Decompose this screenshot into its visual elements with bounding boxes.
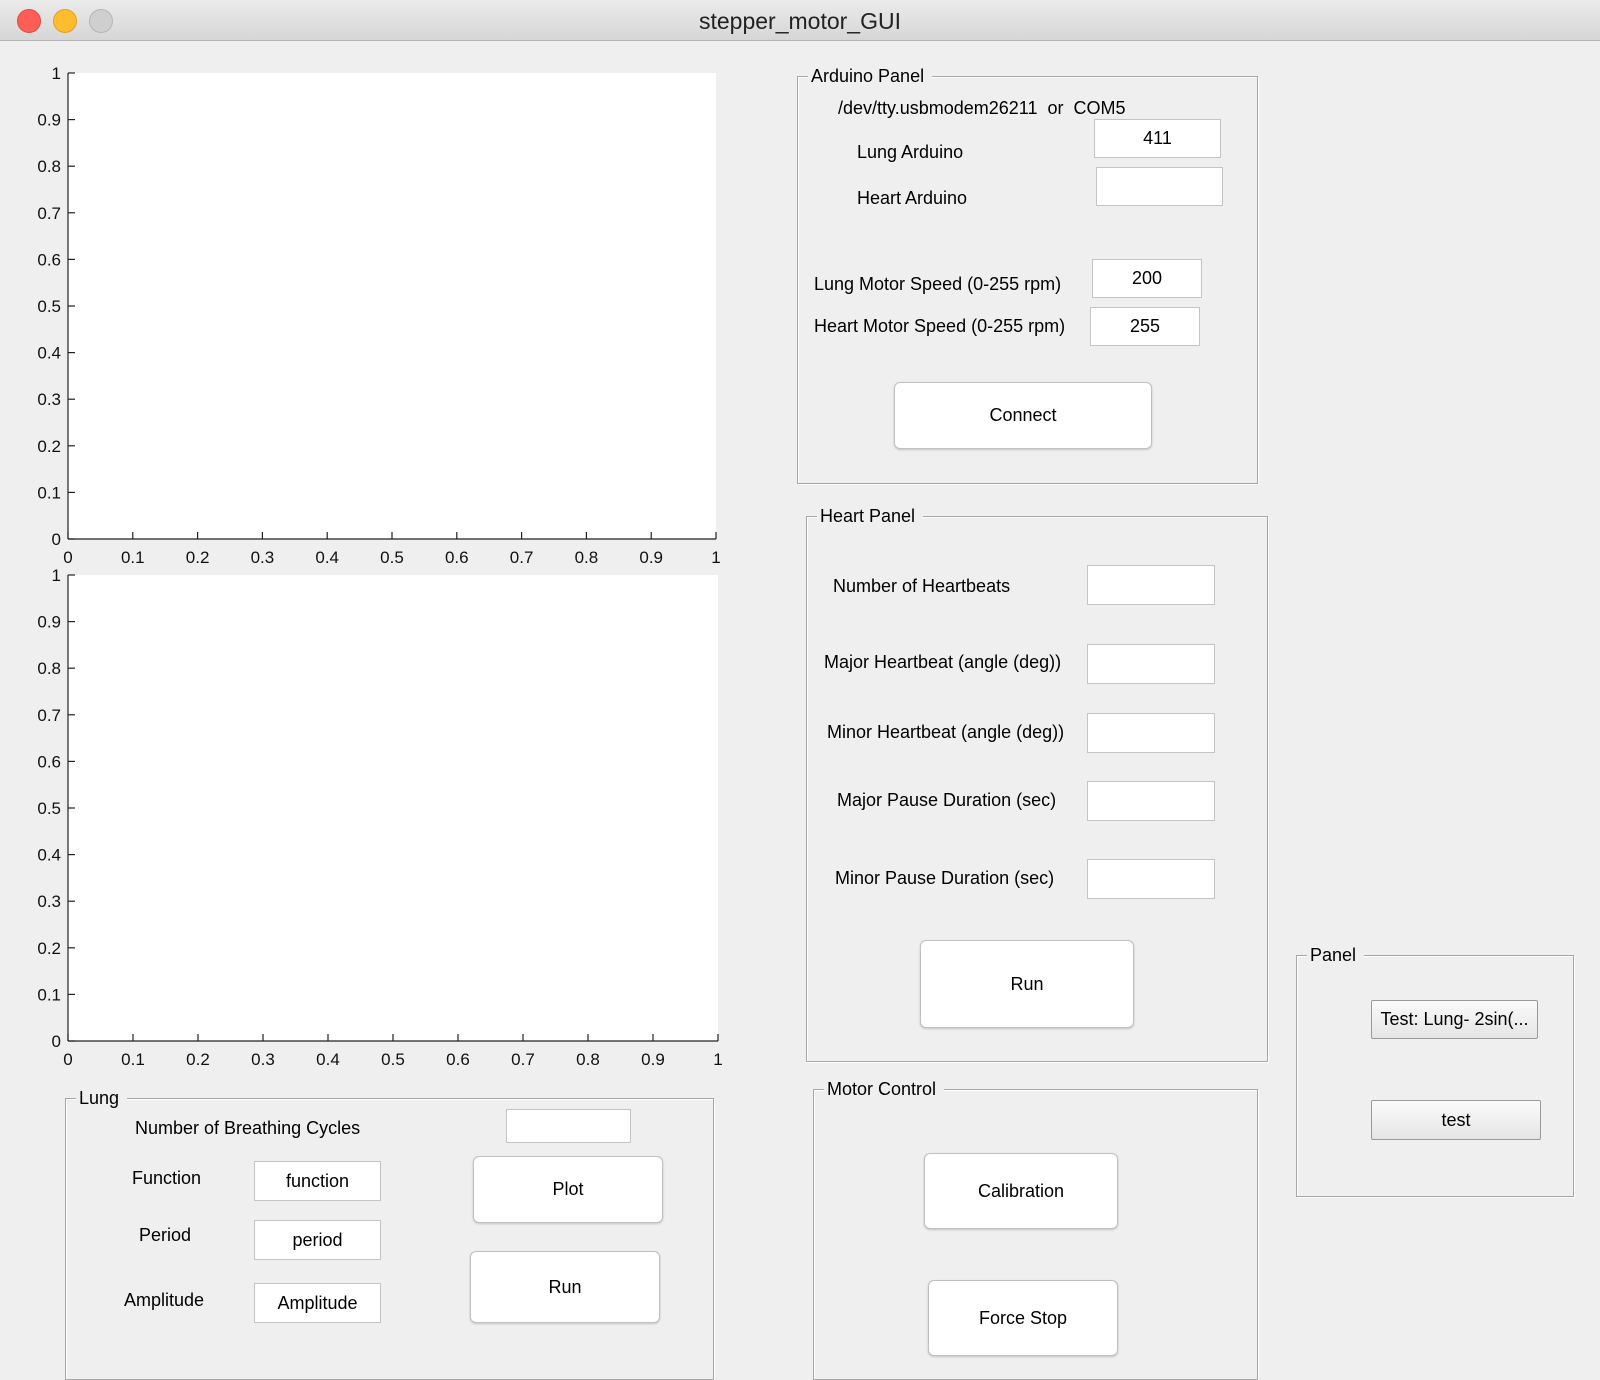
force-stop-button[interactable]: Force Stop xyxy=(928,1280,1118,1356)
axes-top-ytick-label: 0.3 xyxy=(37,390,61,409)
heart-panel: Heart Panel Number of Heartbeats Major H… xyxy=(806,504,1268,1062)
period-input[interactable] xyxy=(254,1220,381,1260)
axes-top-ytick-label: 0.8 xyxy=(37,157,61,176)
axes-bottom[interactable]: 1 0.9 0.8 0.7 0.6 0.5 0.4 0.3 0.2 0.1 0 0 0.1 0.2 0.3 0… xyxy=(0,552,740,1072)
axes-top-ytick-label: 0.5 xyxy=(37,297,61,316)
heart-motor-speed-label: Heart Motor Speed (0-255 rpm) xyxy=(814,316,1066,336)
axes-top-plot[interactable]: 10.90.80.70.60.50.40.30.20.100 0.1 0.2 0.3 0… xyxy=(0,50,740,570)
axes-top-ytick-label: 0.4 xyxy=(37,344,61,363)
axes-top-ytick-label: 0.1 xyxy=(37,483,61,502)
axes-bottom-xtick-label: 0 xyxy=(63,1050,72,1069)
axes-top-ytick-label: 1 xyxy=(52,64,61,83)
heart-panel-title: Heart Panel xyxy=(817,504,924,528)
heart-arduino-label: Heart Arduino xyxy=(857,188,968,208)
heart-run-button[interactable]: Run xyxy=(920,940,1134,1028)
major-heartbeat-angle-label: Major Heartbeat (angle (deg)) xyxy=(824,652,1062,672)
lung-panel-title: Lung xyxy=(76,1086,128,1110)
axes-bottom-xtick-label: 0.1 xyxy=(121,1050,145,1069)
heartbeats-input[interactable] xyxy=(1087,565,1215,605)
lung-panel: Lung Number of Breathing Cycles Function… xyxy=(65,1086,714,1380)
function-label: Function xyxy=(132,1168,202,1188)
connect-button[interactable]: Connect xyxy=(894,382,1152,449)
period-label: Period xyxy=(139,1225,192,1245)
axes-bottom-xtick-label: 0.9 xyxy=(641,1050,665,1069)
plot-button[interactable]: Plot xyxy=(473,1156,663,1223)
axes-bottom-xtick-label: 0.5 xyxy=(381,1050,405,1069)
axes-top[interactable]: 1 0.9 0.8 0.7 0.6 0.5 0.4 0.3 0.2 0.1 0 0 0.1 0.2 0.3 0… xyxy=(0,50,740,570)
minor-heartbeat-angle-input[interactable] xyxy=(1087,713,1215,753)
axes-top-ytick-label: 0.9 xyxy=(37,111,61,130)
axes-top-ytick-label: 0.6 xyxy=(37,250,61,269)
calibration-button[interactable]: Calibration xyxy=(924,1153,1118,1229)
major-pause-duration-input[interactable] xyxy=(1087,781,1215,821)
motor-control-title: Motor Control xyxy=(824,1077,945,1101)
breathing-cycles-input[interactable] xyxy=(506,1109,631,1143)
axes-bottom-ytick-label: 0.4 xyxy=(37,846,61,865)
axes-top-ytick-label: 0 xyxy=(52,530,61,549)
axes-bottom-ytick-label: 0.8 xyxy=(37,659,61,678)
test-button[interactable]: test xyxy=(1371,1100,1541,1140)
axes-bottom-xtick-label: 0.8 xyxy=(576,1050,600,1069)
axes-bottom-xtick-label: 0.6 xyxy=(446,1050,470,1069)
axes-bottom-xtick-label: 0.3 xyxy=(251,1050,275,1069)
arduino-panel: Arduino Panel /dev/tty.usbmodem26211 or … xyxy=(797,64,1258,484)
axes-bottom-xtick-label: 0.4 xyxy=(316,1050,340,1069)
minor-pause-duration-label: Minor Pause Duration (sec) xyxy=(835,868,1055,888)
breathing-cycles-label: Number of Breathing Cycles xyxy=(135,1118,361,1138)
axes-bottom-ytick-label: 0.5 xyxy=(37,799,61,818)
axes-bottom-xtick-label: 0.7 xyxy=(511,1050,535,1069)
axes-bottom-ytick-label: 0.7 xyxy=(37,706,61,725)
lung-run-button[interactable]: Run xyxy=(470,1251,660,1323)
axes-top-ytick-label: 0.7 xyxy=(37,204,61,223)
axes-bottom-plot[interactable]: 1 0.9 0.8 0.7 0.6 0.5 0.4 0.3 0.2 0.1 00 0.1 0.2 0.3 0… xyxy=(0,552,740,1072)
axes-bottom-ytick-label: 0 xyxy=(52,1032,61,1051)
lung-motor-speed-input[interactable] xyxy=(1092,259,1202,298)
window-title: stepper_motor_GUI xyxy=(699,8,901,34)
lung-arduino-input[interactable] xyxy=(1094,119,1221,158)
title-bar: stepper_motor_GUI xyxy=(0,0,1600,41)
major-heartbeat-angle-input[interactable] xyxy=(1087,644,1215,684)
motor-control-panel: Motor Control Calibration Force Stop xyxy=(813,1077,1258,1380)
minor-heartbeat-angle-label: Minor Heartbeat (angle (deg)) xyxy=(827,722,1065,742)
axes-bottom-plot-area xyxy=(68,575,718,1041)
major-pause-duration-label: Major Pause Duration (sec) xyxy=(837,790,1057,810)
app-window: stepper_motor_GUI 1 0.9 0.8 0.7 0.6 0.5 0.4 0.3… xyxy=(0,0,1600,1380)
minor-pause-duration-input[interactable] xyxy=(1087,859,1215,899)
axes-bottom-ytick-label: 0.6 xyxy=(37,752,61,771)
lung-arduino-label: Lung Arduino xyxy=(857,142,964,162)
axes-bottom-ytick-label: 0.9 xyxy=(37,613,61,632)
axes-bottom-xtick-label: 1 xyxy=(713,1050,722,1069)
amplitude-input[interactable] xyxy=(254,1283,381,1323)
arduino-panel-title: Arduino Panel xyxy=(808,64,933,88)
lung-motor-speed-label: Lung Motor Speed (0-255 rpm) xyxy=(814,274,1062,294)
amplitude-label: Amplitude xyxy=(124,1290,205,1310)
axes-top-ytick-label: 0.2 xyxy=(37,437,61,456)
side-panel: Panel Test: Lung- 2sin(... test xyxy=(1296,943,1574,1197)
axes-bottom-ytick-label: 0.1 xyxy=(37,985,61,1004)
axes-bottom-ytick-label: 0.3 xyxy=(37,892,61,911)
axes-bottom-ytick-label: 1 xyxy=(52,566,61,585)
test-lung-button[interactable]: Test: Lung- 2sin(... xyxy=(1371,1000,1538,1039)
port-hint-text: /dev/tty.usbmodem26211 or COM5 xyxy=(838,98,1126,118)
function-input[interactable] xyxy=(254,1161,381,1201)
axes-top-plot-area xyxy=(68,73,716,539)
heart-arduino-input[interactable] xyxy=(1096,167,1223,206)
heartbeats-label: Number of Heartbeats xyxy=(833,576,1011,596)
heart-motor-speed-input[interactable] xyxy=(1090,307,1200,346)
side-panel-title: Panel xyxy=(1307,943,1365,967)
axes-bottom-xtick-label: 0.2 xyxy=(186,1050,210,1069)
axes-bottom-ytick-label: 0.2 xyxy=(37,939,61,958)
